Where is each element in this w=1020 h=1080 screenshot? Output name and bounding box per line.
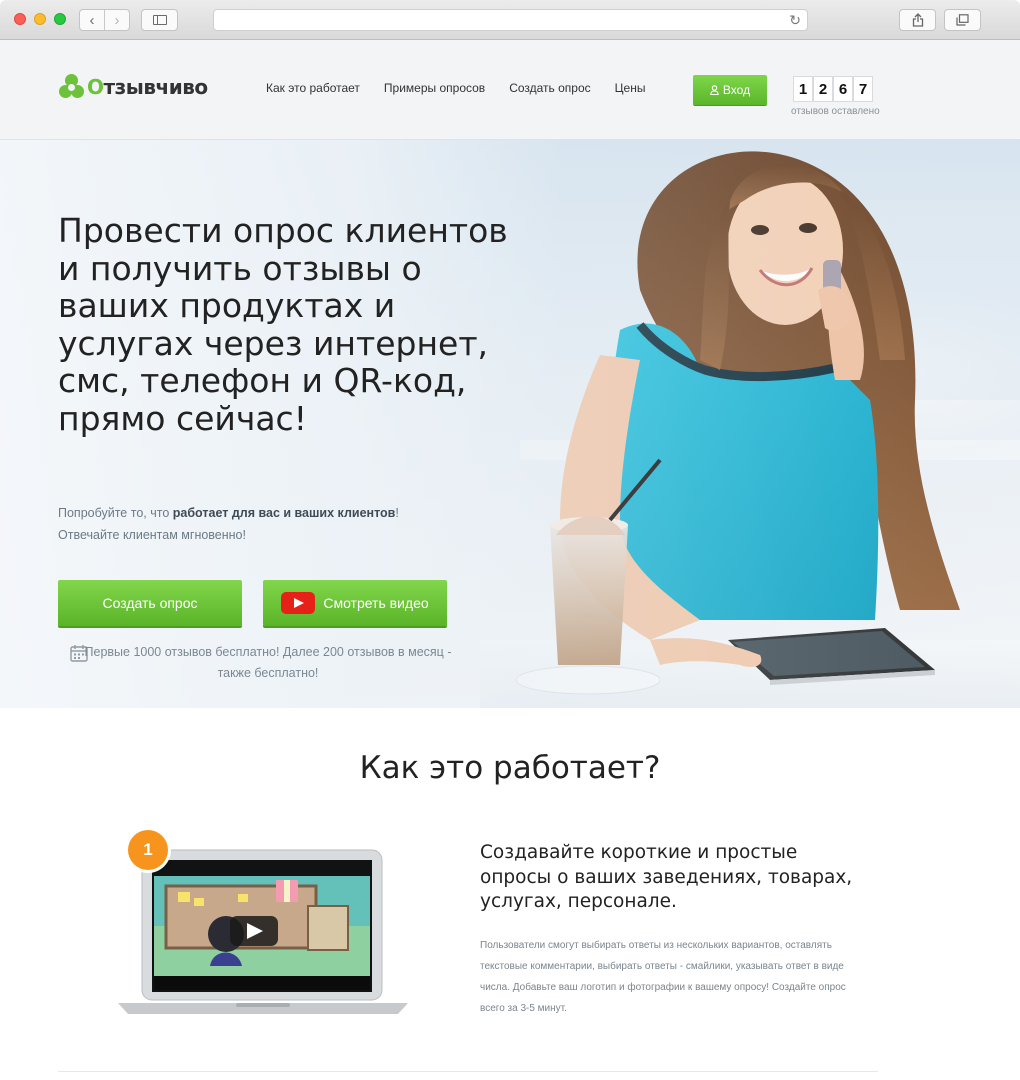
- nav-create-survey[interactable]: Создать опрос: [509, 81, 590, 95]
- counter-digit: 7: [853, 76, 873, 102]
- forward-button[interactable]: ›: [104, 10, 129, 30]
- counter-digit: 6: [833, 76, 853, 102]
- back-button[interactable]: ‹: [80, 10, 104, 30]
- logo-mark-icon: [58, 73, 86, 101]
- site-logo[interactable]: Отзывчиво: [58, 72, 208, 102]
- counter-digit: 1: [793, 76, 813, 102]
- free-offer-note: Первые 1000 отзывов бесплатно! Далее 200…: [84, 645, 452, 680]
- watch-video-label: Смотреть видео: [323, 595, 429, 611]
- section-divider: [58, 1071, 878, 1072]
- step-description: Пользователи смогут выбирать ответы из н…: [480, 940, 846, 1014]
- step-number-badge: 1: [128, 830, 168, 870]
- main-nav: Как это работает Примеры опросов Создать…: [266, 81, 645, 95]
- history-nav: ‹ ›: [79, 9, 130, 31]
- hero-title: Провести опрос клиентов и получить отзыв…: [58, 211, 508, 438]
- step-title: Создавайте короткие и простые опросы о в…: [480, 842, 853, 912]
- reviews-counter: 1 2 6 7: [793, 76, 873, 102]
- nav-how-it-works[interactable]: Как это работает: [266, 81, 360, 95]
- watch-video-button[interactable]: Смотреть видео: [263, 580, 447, 626]
- user-icon: [710, 85, 719, 95]
- hero-subtitle: Попробуйте то, что работает для вас и ва…: [58, 506, 399, 542]
- counter-label: отзывов оставлено: [791, 106, 880, 117]
- tabs-overview-button[interactable]: [944, 9, 981, 31]
- zoom-window-button[interactable]: [54, 13, 66, 25]
- counter-digit: 2: [813, 76, 833, 102]
- logo-text: Отзывчиво: [87, 75, 208, 99]
- create-survey-label: Создать опрос: [102, 595, 198, 611]
- youtube-icon: [281, 592, 316, 614]
- sidebar-toggle-button[interactable]: [141, 9, 178, 31]
- share-icon: [912, 13, 923, 27]
- sidebar-icon: [152, 15, 167, 25]
- video-laptop-preview[interactable]: [118, 848, 408, 1018]
- nav-pricing[interactable]: Цены: [615, 81, 646, 95]
- browser-toolbar: ‹ › ↻: [0, 0, 1020, 40]
- tabs-icon: [956, 14, 969, 26]
- reload-icon[interactable]: ↻: [789, 12, 801, 29]
- login-button[interactable]: Вход: [693, 75, 767, 105]
- nav-survey-examples[interactable]: Примеры опросов: [384, 81, 485, 95]
- create-survey-button[interactable]: Создать опрос: [58, 580, 242, 626]
- share-button[interactable]: [899, 9, 936, 31]
- section-title: Как это работает?: [359, 750, 661, 786]
- login-label: Вход: [722, 83, 751, 97]
- minimize-window-button[interactable]: [34, 13, 46, 25]
- address-bar[interactable]: ↻: [213, 9, 808, 31]
- close-window-button[interactable]: [14, 13, 26, 25]
